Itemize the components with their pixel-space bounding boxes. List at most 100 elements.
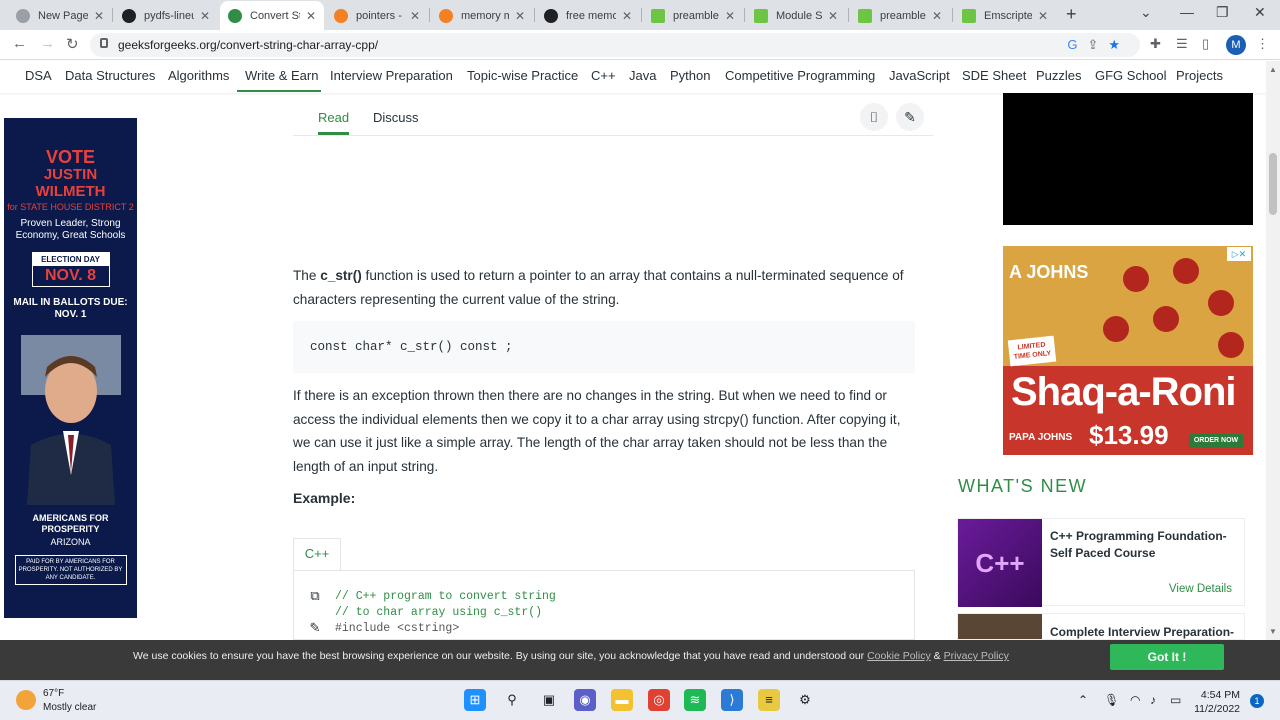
url-text[interactable]: geeksforgeeks.org/convert-string-char-ar…	[118, 38, 378, 52]
windows-start-icon[interactable]: ⊞	[464, 689, 486, 711]
nav-projects[interactable]: Projects	[1176, 68, 1223, 83]
view-details-link[interactable]: View Details	[1169, 583, 1232, 595]
extensions-icon[interactable]: ✚	[1150, 36, 1161, 52]
close-icon[interactable]: ✕	[1038, 9, 1048, 23]
close-icon[interactable]: ✕	[200, 9, 210, 23]
cookie-policy-link[interactable]: Cookie Policy	[867, 650, 931, 662]
browser-tab[interactable]: memory mgmt✕	[431, 2, 533, 30]
omnibox-icons[interactable]: G⇪★	[1067, 37, 1130, 53]
browser-tab[interactable]: Module Split✕	[746, 2, 846, 30]
system-clock[interactable]: 4:54 PM 11/2/2022	[1188, 688, 1240, 716]
privacy-policy-link[interactable]: Privacy Policy	[944, 650, 1009, 662]
nav-python[interactable]: Python	[670, 68, 710, 83]
notepad-icon[interactable]: ≡	[758, 689, 780, 711]
nav-cpp[interactable]: C++	[591, 68, 616, 83]
weather-moon-icon[interactable]	[16, 690, 36, 710]
nav-algorithms[interactable]: Algorithms	[168, 68, 229, 83]
nav-competitive-programming[interactable]: Competitive Programming	[725, 68, 875, 83]
left-ad-banner[interactable]: VOTE JUSTIN WILMETH for STATE HOUSE DIST…	[4, 118, 137, 618]
minimize-icon[interactable]: —	[1180, 4, 1194, 20]
settings-gear-icon[interactable]: ⚙	[794, 689, 816, 711]
scroll-thumb[interactable]	[1269, 153, 1277, 215]
cookie-accept-button[interactable]: Got It !	[1110, 644, 1224, 670]
page-scrollbar[interactable]: ▲ ▼	[1266, 61, 1280, 640]
microphone-icon[interactable]: 🎙	[1104, 693, 1119, 707]
close-icon[interactable]: ✕	[828, 9, 838, 23]
reading-list-icon[interactable]: ☰	[1176, 36, 1188, 52]
nav-dsa[interactable]: DSA	[25, 68, 52, 83]
edit-code-icon[interactable]: ✎	[304, 617, 326, 639]
copy-icon[interactable]: ⧉	[304, 585, 326, 607]
adchoices-icon[interactable]: ▷✕	[1227, 247, 1251, 261]
profile-avatar[interactable]: M	[1226, 35, 1246, 55]
browser-tab[interactable]: free memory✕	[536, 2, 640, 30]
course-card[interactable]: C++ C++ Programming Foundation- Self Pac…	[957, 518, 1245, 607]
tab-search-icon[interactable]: ⌄	[1140, 4, 1152, 21]
browser-tab[interactable]: preamble.js✕	[850, 2, 950, 30]
share-icon[interactable]: ⇪	[1087, 37, 1108, 52]
notification-badge[interactable]: 1	[1250, 694, 1264, 708]
nav-active-underline	[237, 90, 321, 92]
nav-gfg-school[interactable]: GFG School	[1095, 68, 1167, 83]
close-icon[interactable]: ✕	[515, 9, 525, 23]
browser-tab[interactable]: pointers - C✕	[326, 2, 428, 30]
edit-pencil-icon[interactable]: ✎	[896, 103, 924, 131]
chrome-icon[interactable]: ◎	[648, 689, 670, 711]
weather-description[interactable]: Mostly clear	[43, 702, 96, 713]
nav-interview-preparation[interactable]: Interview Preparation	[330, 68, 453, 83]
nav-data-structures[interactable]: Data Structures	[65, 68, 155, 83]
file-explorer-icon[interactable]: ▬	[611, 689, 633, 711]
spotify-icon[interactable]: ≋	[684, 689, 706, 711]
close-icon[interactable]: ✕	[94, 9, 104, 23]
tab-discuss[interactable]: Discuss	[373, 110, 419, 125]
scroll-up-icon[interactable]: ▲	[1269, 65, 1277, 74]
ad-election-date: NOV. 8	[45, 267, 96, 284]
menu-icon[interactable]: ⋮	[1256, 36, 1269, 52]
google-icon[interactable]: G	[1067, 37, 1087, 52]
language-tab-cpp[interactable]: C++	[293, 538, 341, 570]
ad-district: for STATE HOUSE DISTRICT 2	[7, 202, 134, 212]
close-icon[interactable]: ✕	[932, 9, 942, 23]
nav-write-earn[interactable]: Write & Earn	[245, 68, 318, 83]
close-icon[interactable]: ✕	[306, 9, 316, 23]
nav-java[interactable]: Java	[629, 68, 656, 83]
bookmark-star-icon[interactable]: ★	[1108, 37, 1130, 52]
close-icon[interactable]: ✕	[622, 9, 632, 23]
reload-icon[interactable]: ↻	[66, 35, 79, 53]
course-card[interactable]: Complete Interview Preparation-	[957, 613, 1245, 640]
new-tab-icon[interactable]: +	[1066, 4, 1077, 25]
vscode-icon[interactable]: ⟩	[721, 689, 743, 711]
volume-icon[interactable]: ♪	[1150, 693, 1156, 707]
browser-tab-active[interactable]: Convert String✕	[220, 1, 324, 30]
order-now-button[interactable]: ORDER NOW	[1189, 434, 1243, 448]
browser-tab[interactable]: pydfs-lineup✕	[114, 2, 218, 30]
wifi-icon[interactable]: ◠	[1130, 693, 1140, 707]
pizza-ad[interactable]: A JOHNS LIMITED TIME ONLY Shaq-a-Roni PA…	[1003, 246, 1253, 455]
scroll-down-icon[interactable]: ▼	[1269, 627, 1277, 636]
nav-javascript[interactable]: JavaScript	[889, 68, 950, 83]
video-ad[interactable]	[1003, 93, 1253, 225]
side-panel-icon[interactable]: ▯	[1202, 36, 1209, 52]
address-bar[interactable]: geeksforgeeks.org/convert-string-char-ar…	[90, 33, 1140, 57]
task-view-icon[interactable]: ▣	[538, 689, 560, 711]
weather-temp[interactable]: 67°F	[43, 688, 64, 699]
browser-tab[interactable]: preamble.js✕	[643, 2, 743, 30]
browser-tab[interactable]: Emscripten✕	[954, 2, 1056, 30]
close-icon[interactable]: ✕	[725, 9, 735, 23]
show-hidden-icons-icon[interactable]: ⌃	[1078, 693, 1088, 707]
teams-chat-icon[interactable]: ◉	[574, 689, 596, 711]
search-icon[interactable]: ⚲	[501, 689, 523, 711]
close-icon[interactable]: ✕	[410, 9, 420, 23]
maximize-icon[interactable]: ❐	[1216, 4, 1229, 21]
bookmark-icon[interactable]: ⌷	[860, 103, 888, 131]
back-icon[interactable]: ←	[12, 35, 27, 52]
nav-topic-wise-practice[interactable]: Topic-wise Practice	[467, 68, 578, 83]
nav-puzzles[interactable]: Puzzles	[1036, 68, 1082, 83]
tab-read[interactable]: Read	[318, 110, 349, 125]
close-window-icon[interactable]: ✕	[1254, 4, 1266, 21]
github-icon	[122, 9, 136, 23]
forward-icon[interactable]: →	[40, 35, 55, 52]
battery-icon[interactable]: ▭	[1170, 693, 1181, 707]
browser-tab[interactable]: New Page Tab✕	[8, 2, 112, 30]
nav-sde-sheet[interactable]: SDE Sheet	[962, 68, 1026, 83]
